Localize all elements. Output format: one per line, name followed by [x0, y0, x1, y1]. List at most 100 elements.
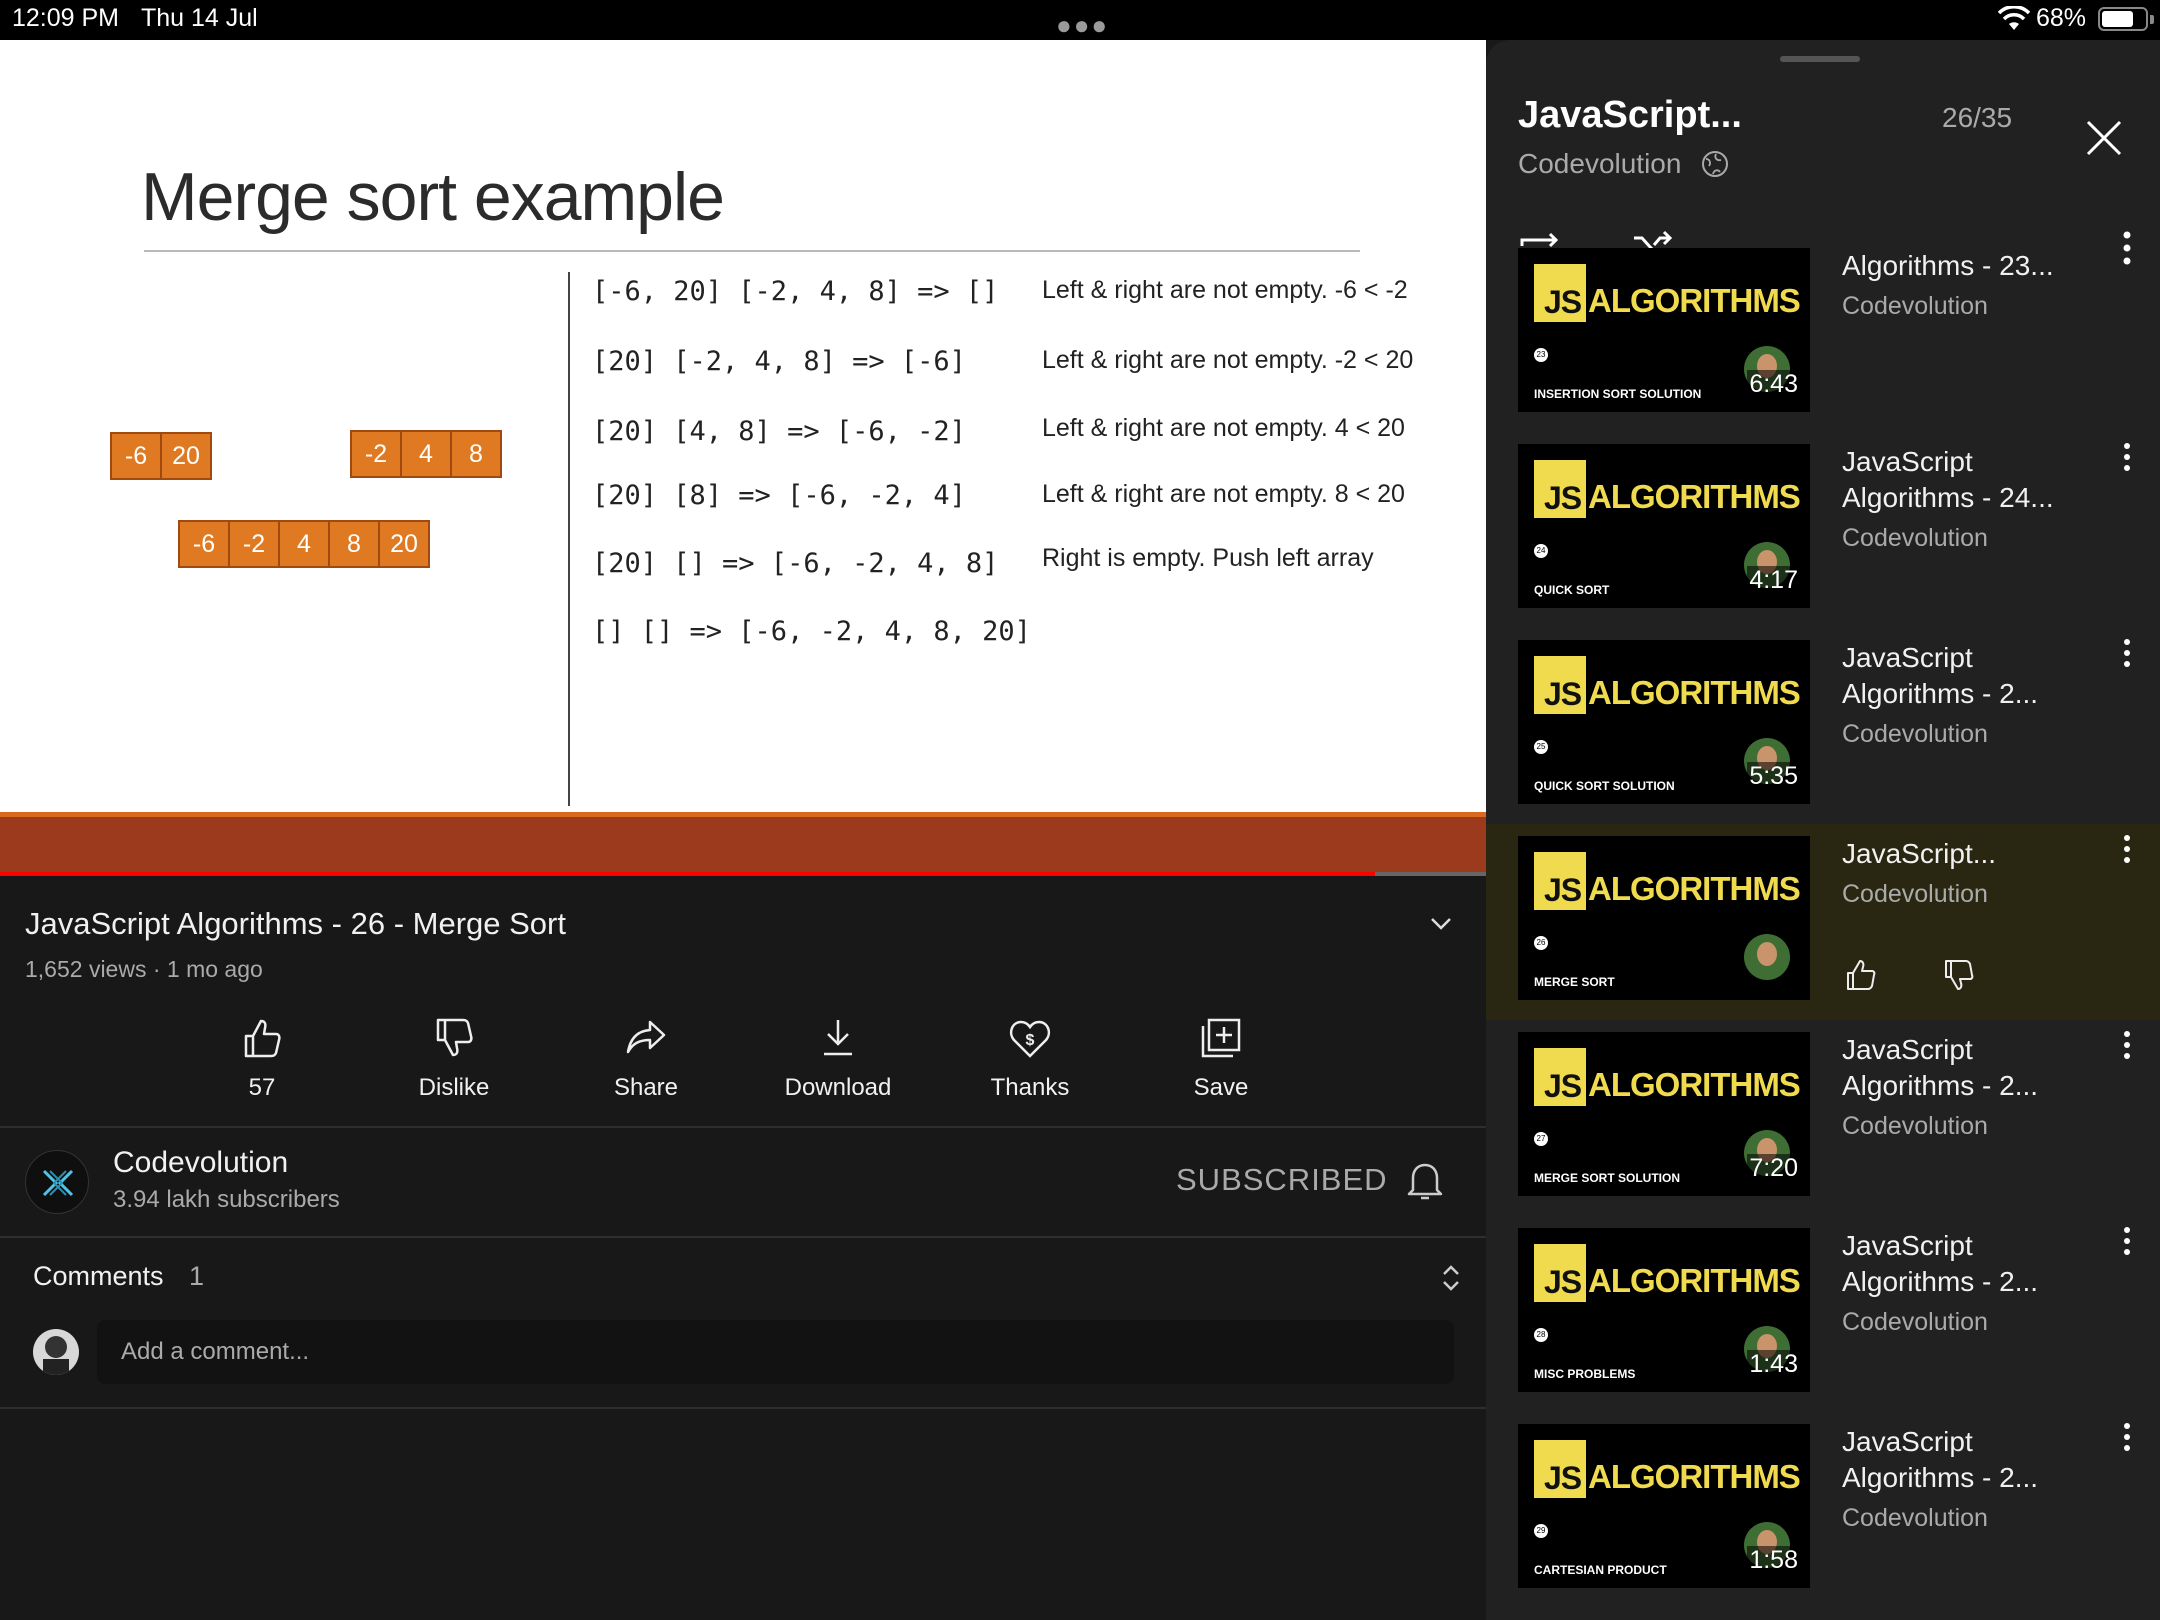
- video-thumbnail[interactable]: JS ALGORITHMS 28 MISC PROBLEMS 1:43: [1518, 1228, 1810, 1392]
- slide-code-line: [20] [] => [-6, -2, 4, 8]: [592, 548, 999, 579]
- video-title[interactable]: JavaScript Algorithms - 26 - Merge Sort: [25, 906, 566, 942]
- channel-avatar[interactable]: [25, 1150, 89, 1214]
- thumbnail-topic: QUICK SORT SOLUTION: [1534, 779, 1675, 793]
- thumbnail-topic: QUICK SORT: [1534, 583, 1610, 597]
- share-icon: [626, 1020, 666, 1054]
- more-options-icon[interactable]: [2122, 834, 2132, 864]
- slide-divider: [568, 272, 570, 806]
- battery-percent: 68%: [2036, 4, 2087, 32]
- slide-code-line: [20] [4, 8] => [-6, -2]: [592, 416, 966, 447]
- video-thumbnail[interactable]: JS ALGORITHMS 26 MERGE SORT: [1518, 836, 1810, 1000]
- playlist-title: JavaScript...: [1518, 94, 1742, 136]
- multitasking-dots-icon[interactable]: ●●●: [1056, 10, 1109, 41]
- array-merged: -6 -2 4 8 20: [178, 520, 430, 568]
- thumbs-down-icon[interactable]: [1942, 958, 1976, 992]
- thanks-button[interactable]: $ Thanks: [960, 1016, 1100, 1102]
- status-date: Thu 14 Jul: [141, 4, 258, 32]
- item-title: JavaScript Algorithms - 2...: [1842, 1230, 2039, 1297]
- slide-footer-band: [0, 812, 1486, 875]
- svg-text:$: $: [1026, 1032, 1035, 1049]
- thumbnail-topic: MERGE SORT SOLUTION: [1534, 1171, 1681, 1185]
- playlist-item[interactable]: JS ALGORITHMS 28 MISC PROBLEMS 1:43 Java…: [1486, 1216, 2160, 1412]
- item-title: JavaScript Algorithms - 2...: [1842, 1034, 2039, 1101]
- comment-input[interactable]: Add a comment...: [97, 1320, 1454, 1384]
- episode-badge: 23: [1534, 348, 1548, 362]
- episode-badge: 25: [1534, 740, 1548, 754]
- battery-tip: [2150, 15, 2154, 24]
- slide-note: Right is empty. Push left array: [1042, 544, 1374, 572]
- thanks-label: Thanks: [990, 1074, 1070, 1101]
- divider: [0, 1407, 1486, 1409]
- js-logo: JS: [1534, 460, 1586, 518]
- user-avatar: [33, 1329, 79, 1375]
- divider: [0, 1236, 1486, 1238]
- playlist-item-current[interactable]: JS ALGORITHMS 26 MERGE SORT JavaScript..…: [1486, 824, 2160, 1020]
- array-cell: 4: [400, 430, 452, 478]
- video-duration: 5:35: [1747, 762, 1800, 791]
- close-icon[interactable]: [2084, 118, 2124, 158]
- slide-code-line: [] [] => [-6, -2, 4, 8, 20]: [592, 616, 1031, 647]
- slide-code-line: [-6, 20] [-2, 4, 8] => []: [592, 276, 999, 307]
- share-button[interactable]: Share: [576, 1016, 716, 1102]
- download-label: Download: [784, 1074, 892, 1101]
- thumbnail-topic: MERGE SORT: [1534, 975, 1615, 989]
- like-button[interactable]: 57: [192, 1016, 332, 1102]
- array-cell: -6: [110, 432, 162, 480]
- array-cell: 20: [378, 520, 430, 568]
- thumbnail-topic: MISC PROBLEMS: [1534, 1367, 1636, 1381]
- item-title: JavaScript Algorithms - 2...: [1842, 642, 2039, 709]
- subscribed-button[interactable]: SUBSCRIBED: [1176, 1162, 1388, 1198]
- slide-code-line: [20] [8] => [-6, -2, 4]: [592, 480, 966, 511]
- thumbs-up-icon[interactable]: [1844, 958, 1878, 992]
- more-options-icon[interactable]: [2122, 1226, 2132, 1256]
- video-thumbnail[interactable]: JS ALGORITHMS 27 MERGE SORT SOLUTION 7:2…: [1518, 1032, 1810, 1196]
- video-player[interactable]: Merge sort example [-6, 20] [-2, 4, 8] =…: [0, 40, 1486, 875]
- thumbs-down-icon: [436, 1018, 473, 1057]
- save-playlist-icon: [1201, 1018, 1241, 1058]
- item-title: JavaScript Algorithms - 24...: [1842, 446, 2054, 513]
- dislike-label: Dislike: [418, 1074, 490, 1101]
- video-thumbnail[interactable]: JS ALGORITHMS 23 INSERTION SORT SOLUTION…: [1518, 248, 1810, 412]
- expand-comments-icon[interactable]: [1440, 1262, 1462, 1294]
- array-cell: 8: [328, 520, 380, 568]
- save-button[interactable]: Save: [1151, 1016, 1291, 1102]
- video-thumbnail[interactable]: JS ALGORITHMS 29 CARTESIAN PRODUCT 1:58: [1518, 1424, 1810, 1588]
- more-options-icon[interactable]: [2122, 1422, 2132, 1452]
- slide-note: Left & right are not empty. -6 < -2: [1042, 276, 1408, 304]
- playlist-position: 26/35: [1942, 102, 2013, 133]
- playlist-item[interactable]: JS ALGORITHMS 23 INSERTION SORT SOLUTION…: [1486, 236, 2160, 432]
- channel-name[interactable]: Codevolution: [113, 1146, 288, 1180]
- playlist-item[interactable]: JS ALGORITHMS 27 MERGE SORT SOLUTION 7:2…: [1486, 1020, 2160, 1216]
- playlist-item[interactable]: JS ALGORITHMS 24 QUICK SORT 4:17 JavaScr…: [1486, 432, 2160, 628]
- array-cell: -6: [178, 520, 230, 568]
- video-duration: 4:17: [1747, 566, 1800, 595]
- more-options-icon[interactable]: [2122, 638, 2132, 668]
- bell-icon[interactable]: [1405, 1158, 1445, 1202]
- item-channel: Codevolution: [1842, 880, 1988, 908]
- thanks-heart-icon: $: [1009, 1020, 1051, 1058]
- slide-note: Left & right are not empty. 8 < 20: [1042, 480, 1405, 508]
- item-channel: Codevolution: [1842, 292, 1988, 320]
- video-thumbnail[interactable]: JS ALGORITHMS 25 QUICK SORT SOLUTION 5:3…: [1518, 640, 1810, 804]
- comments-label[interactable]: Comments: [33, 1261, 164, 1292]
- slide-title: Merge sort example: [141, 159, 725, 235]
- more-options-icon[interactable]: [2122, 1030, 2132, 1060]
- more-options-icon[interactable]: [2122, 442, 2132, 472]
- slide-note: Left & right are not empty. 4 < 20: [1042, 414, 1405, 442]
- video-thumbnail[interactable]: JS ALGORITHMS 24 QUICK SORT 4:17: [1518, 444, 1810, 608]
- download-icon: [824, 1020, 852, 1056]
- chevron-down-icon[interactable]: [1428, 910, 1454, 936]
- video-duration: 6:43: [1747, 370, 1800, 399]
- playlist-item[interactable]: JS ALGORITHMS 29 CARTESIAN PRODUCT 1:58 …: [1486, 1412, 2160, 1608]
- status-time: 12:09 PM: [12, 4, 120, 32]
- download-button[interactable]: Download: [768, 1016, 908, 1102]
- drag-handle[interactable]: [1780, 56, 1860, 62]
- like-count: 57: [248, 1074, 276, 1101]
- codevolution-logo-icon: [42, 1169, 74, 1197]
- playlist-owner[interactable]: Codevolution: [1518, 148, 1681, 180]
- playlist-item[interactable]: JS ALGORITHMS 25 QUICK SORT SOLUTION 5:3…: [1486, 628, 2160, 824]
- video-duration: 1:43: [1747, 1350, 1800, 1379]
- thumbnail-topic: INSERTION SORT SOLUTION: [1534, 387, 1702, 401]
- status-bar: 12:09 PM Thu 14 Jul ●●● 68%: [0, 0, 2160, 40]
- dislike-button[interactable]: Dislike: [384, 1016, 524, 1102]
